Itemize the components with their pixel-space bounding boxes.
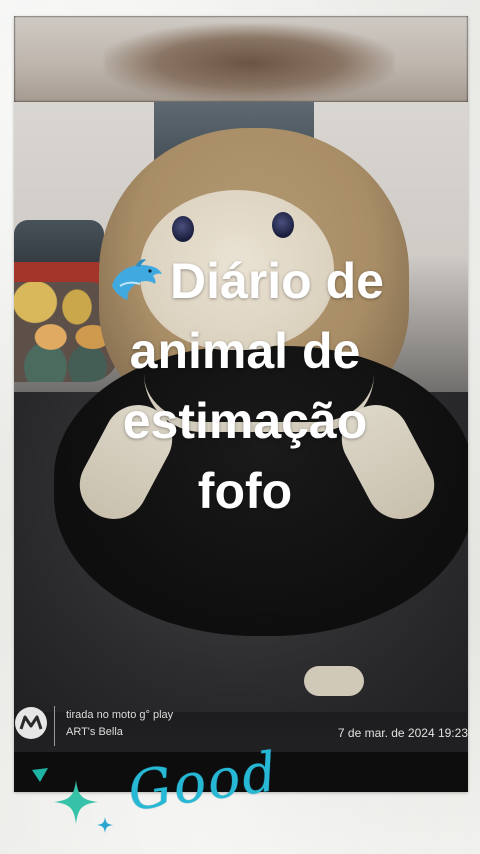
crochet-doll-right-eye — [272, 212, 294, 238]
watermark-device-text: tirada no moto g° play — [66, 709, 174, 721]
title-line-1: Diário de — [80, 246, 410, 316]
watermark-date-text: 7 de mar. de 2024 19:23 — [337, 726, 468, 740]
tiny-sparkle-icon — [97, 817, 113, 833]
watermark-divider — [54, 706, 55, 746]
watermark-author-text: ART's Bella — [66, 726, 123, 738]
page-title: Diário de animal de estimação fofo — [80, 246, 410, 526]
crochet-doll-foot — [304, 666, 364, 696]
motorola-logo-icon — [15, 707, 47, 739]
title-line-4: fofo — [197, 463, 293, 519]
title-line-3: estimação — [122, 393, 368, 449]
large-sparkle-icon — [54, 780, 98, 824]
crochet-doll-left-eye — [172, 216, 194, 242]
small-sparkle-icon — [32, 768, 48, 782]
title-line-2: animal de — [129, 323, 361, 379]
photo-top-blurred-area — [14, 16, 468, 102]
title-line-1-text: Diário de — [170, 253, 384, 309]
dolphin-icon — [112, 259, 163, 300]
